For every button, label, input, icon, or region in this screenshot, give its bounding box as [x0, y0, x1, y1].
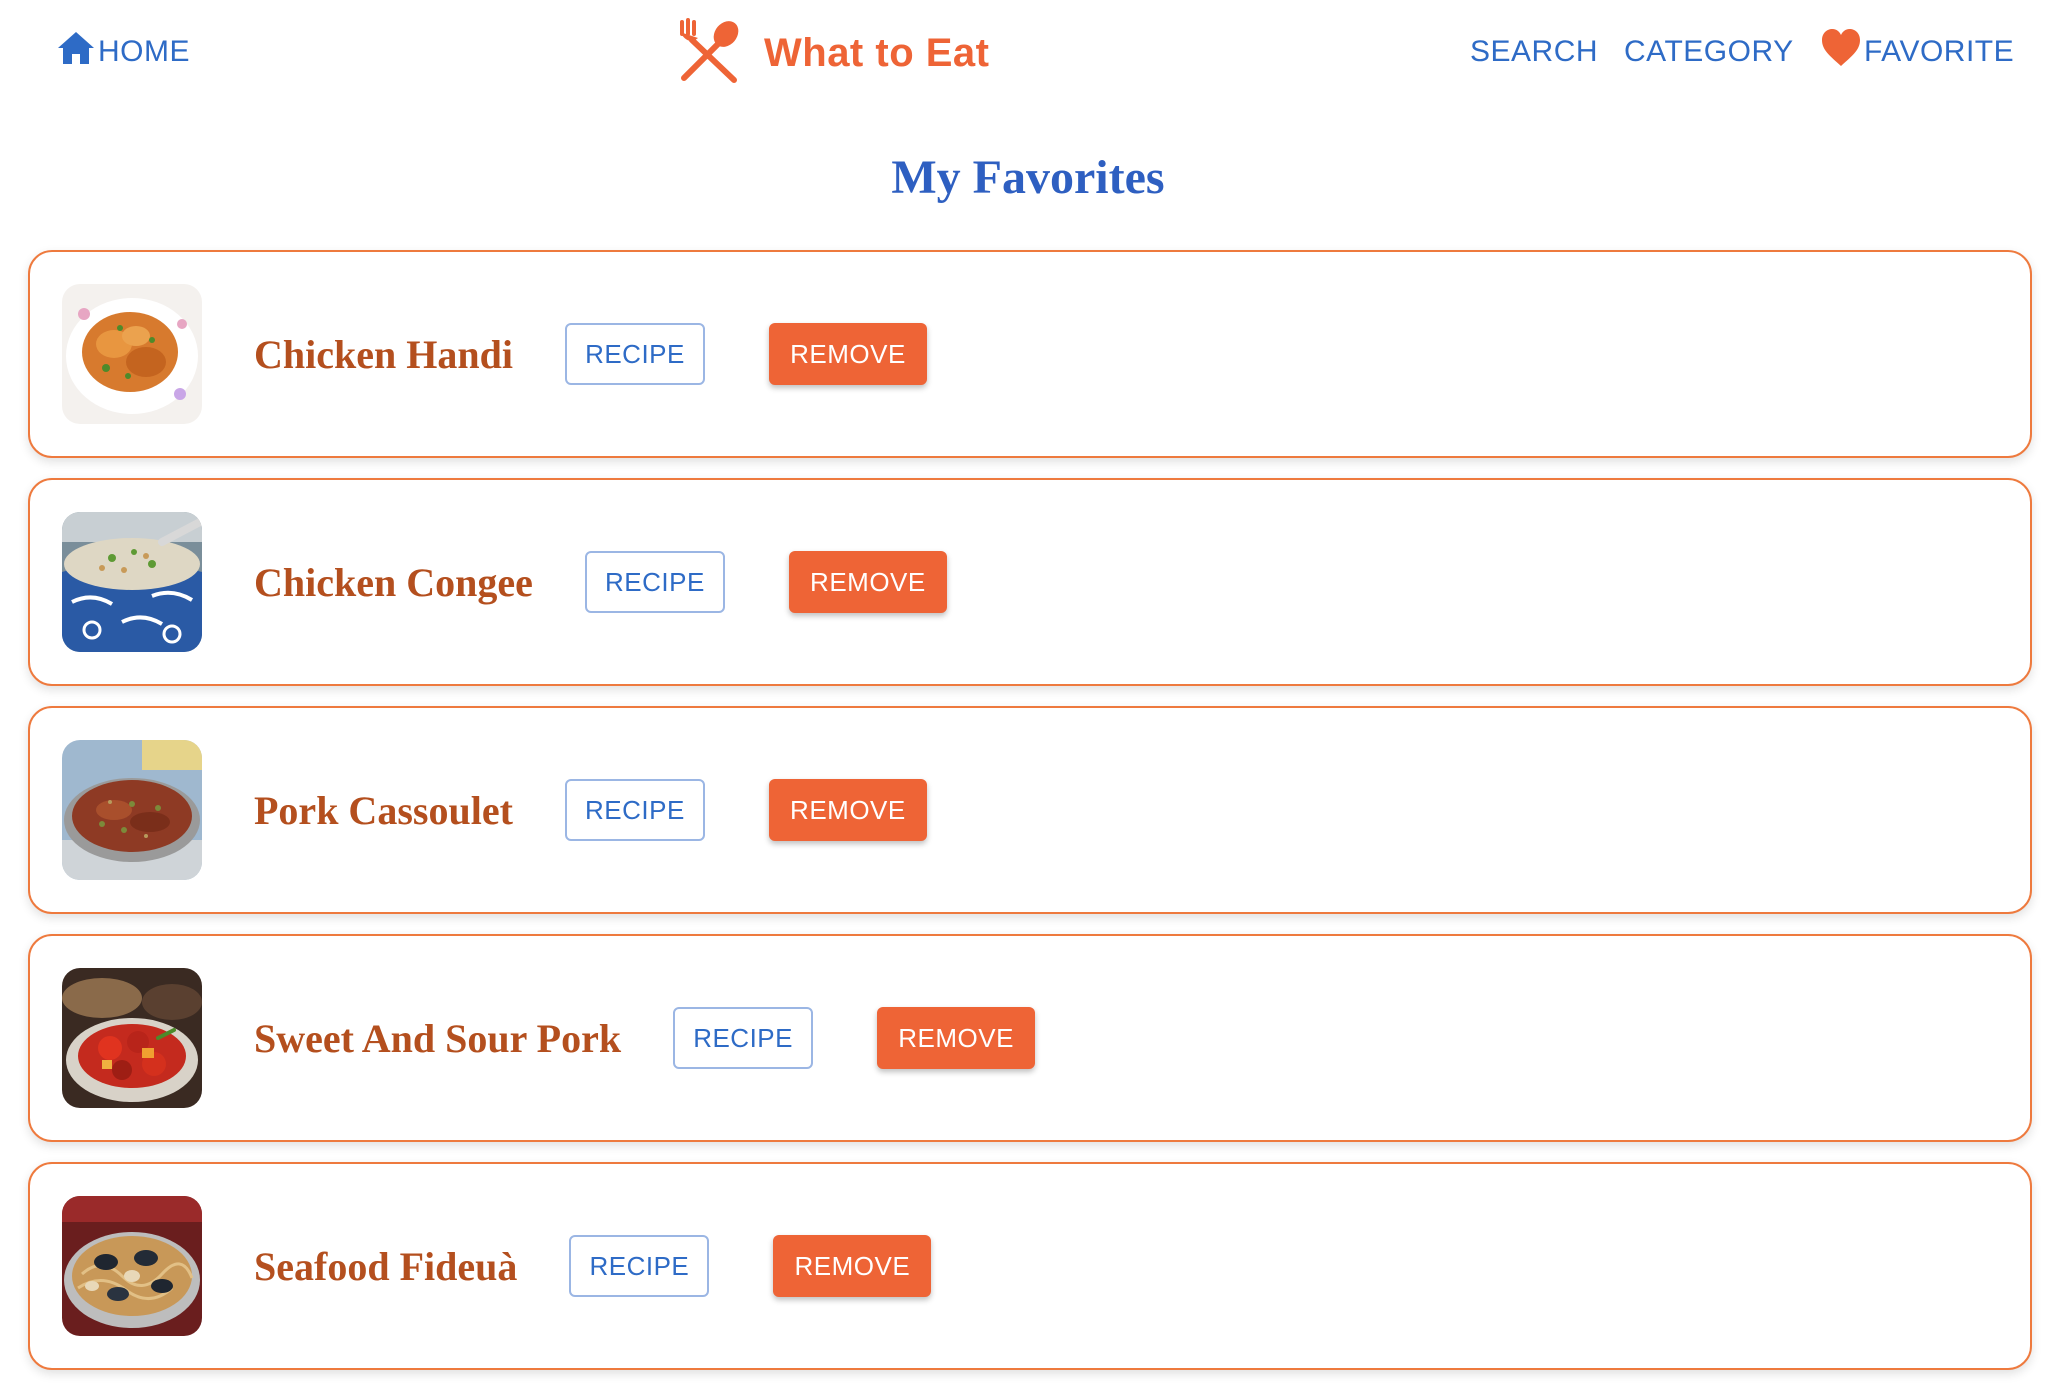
nav-search-link[interactable]: SEARCH [1470, 30, 1598, 74]
favorite-card: Sweet And Sour Pork RECIPE REMOVE [28, 934, 2032, 1142]
top-nav-bar: HOME What to Eat SEARCH CATEGORY FAVORIT… [0, 0, 2056, 104]
brand-logo[interactable]: What to Eat [676, 17, 990, 89]
dish-name: Seafood Fideuà [254, 1243, 518, 1289]
favorite-card: Pork Cassoulet RECIPE REMOVE [28, 706, 2032, 914]
favorite-card: Seafood Fideuà RECIPE REMOVE [28, 1162, 2032, 1370]
recipe-button[interactable]: RECIPE [564, 779, 705, 841]
dish-name: Pork Cassoulet [254, 787, 513, 833]
remove-button[interactable]: REMOVE [877, 1007, 1036, 1069]
dish-thumbnail[interactable] [62, 284, 202, 424]
brand-name: What to Eat [764, 30, 990, 75]
dish-name: Chicken Congee [254, 559, 533, 605]
favorites-list: Chicken Handi RECIPE REMOVE Chicken Cong… [28, 250, 2032, 1390]
remove-button[interactable]: REMOVE [768, 779, 927, 841]
nav-home-label: HOME [98, 35, 190, 68]
recipe-button[interactable]: RECIPE [569, 1235, 710, 1297]
dish-name: Chicken Handi [254, 331, 513, 377]
remove-button[interactable]: REMOVE [768, 323, 927, 385]
recipe-button[interactable]: RECIPE [584, 551, 725, 613]
home-icon [56, 30, 98, 74]
favorite-card: Chicken Handi RECIPE REMOVE [28, 250, 2032, 458]
dish-thumbnail[interactable] [62, 1196, 202, 1336]
dish-thumbnail[interactable] [62, 968, 202, 1108]
nav-category-link[interactable]: CATEGORY [1624, 30, 1794, 74]
dish-thumbnail[interactable] [62, 512, 202, 652]
page-title: My Favorites [891, 151, 1165, 204]
favorite-card: Chicken Congee RECIPE REMOVE [28, 478, 2032, 686]
recipe-button[interactable]: RECIPE [564, 323, 705, 385]
recipe-button[interactable]: RECIPE [673, 1007, 814, 1069]
remove-button[interactable]: REMOVE [773, 1235, 932, 1297]
heart-icon [1820, 28, 1864, 76]
remove-button[interactable]: REMOVE [788, 551, 947, 613]
nav-home-link[interactable]: HOME [56, 30, 190, 74]
dish-thumbnail[interactable] [62, 740, 202, 880]
nav-favorite-link[interactable]: FAVORITE [1820, 28, 2015, 76]
dish-name: Sweet And Sour Pork [254, 1015, 622, 1061]
nav-favorite-label: FAVORITE [1864, 35, 2015, 68]
fork-spoon-icon [676, 17, 764, 89]
